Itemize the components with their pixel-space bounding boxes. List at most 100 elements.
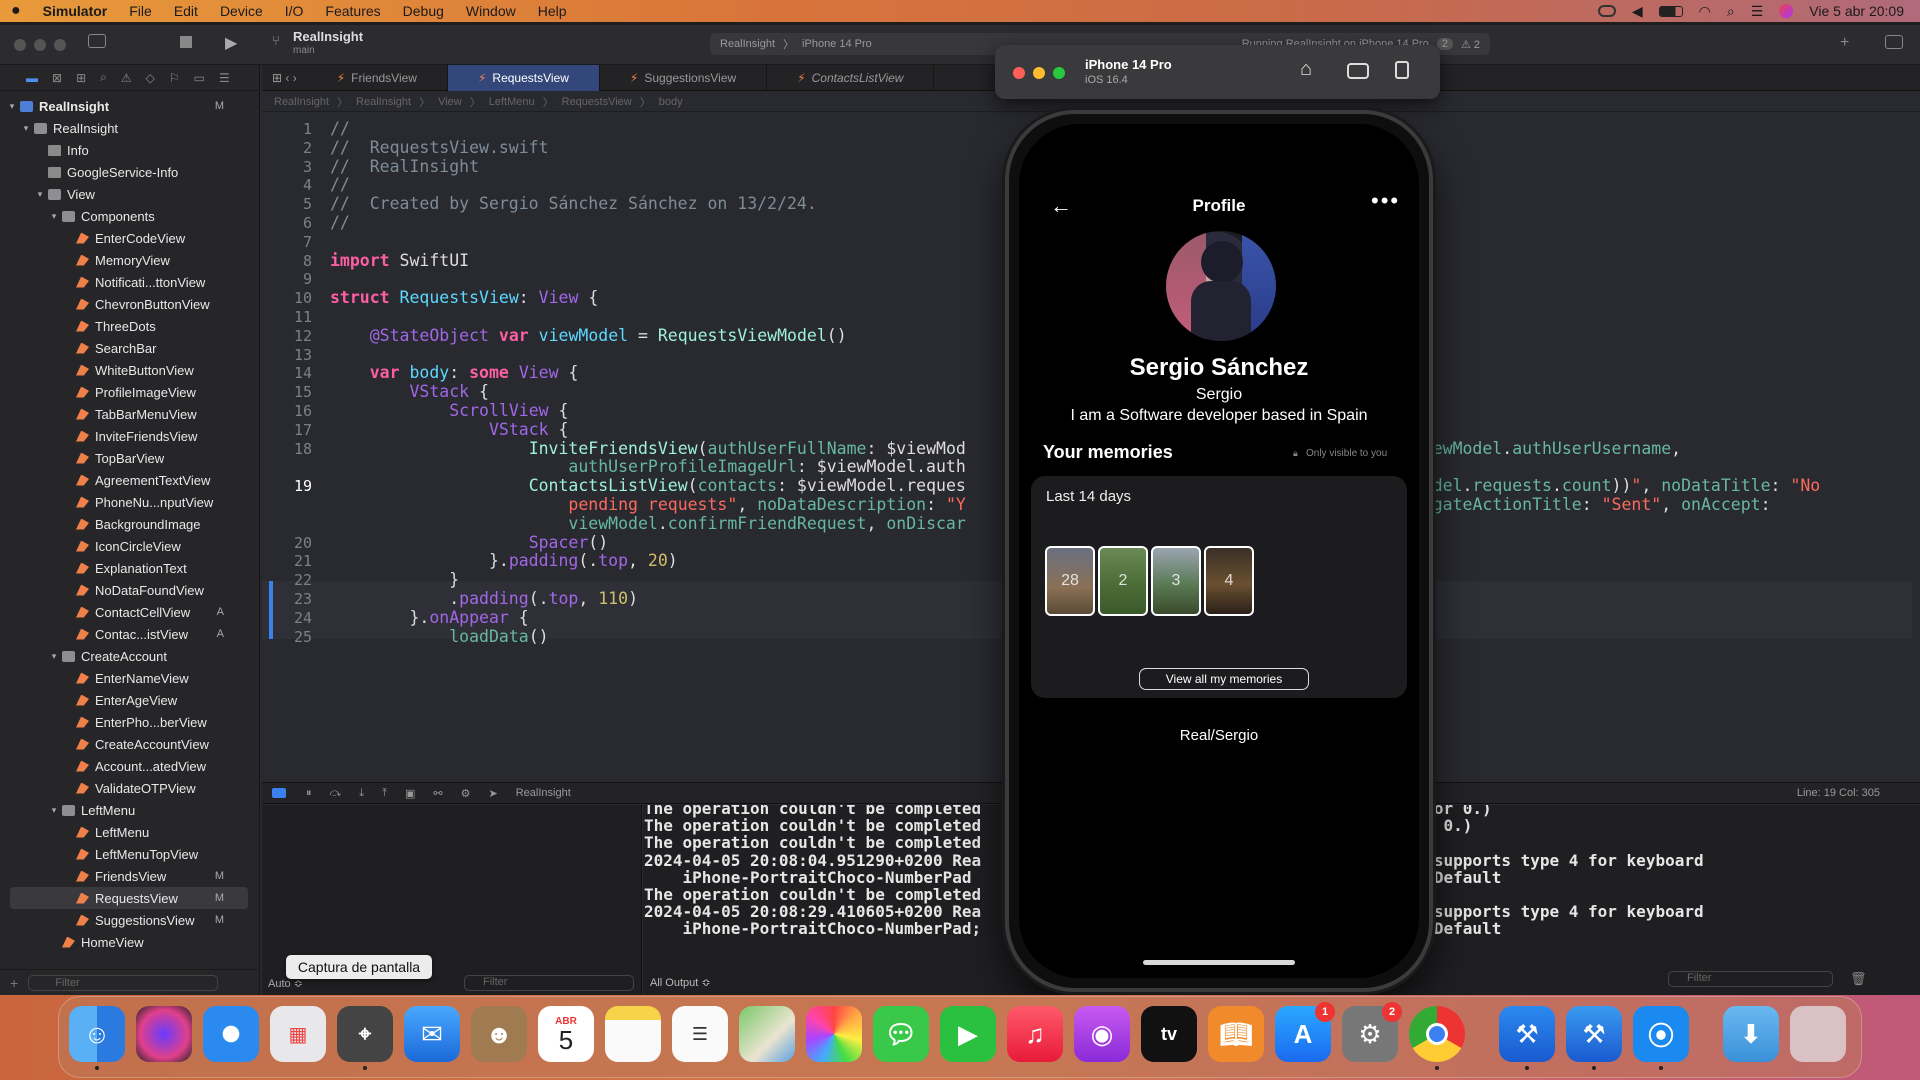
menu-edit[interactable]: Edit xyxy=(163,3,209,19)
navigator-item[interactable]: ▾ LeftMenu xyxy=(0,799,248,821)
code-line[interactable]: // xyxy=(330,213,350,232)
code-line[interactable]: loadData() xyxy=(330,627,548,646)
navigator-item[interactable]: WhiteButtonView xyxy=(0,359,248,381)
navigator-item[interactable]: TabBarMenuView xyxy=(0,403,248,425)
code-line[interactable]: viewModel.confirmFriendRequest, onDiscar xyxy=(330,514,965,533)
navigator-item[interactable]: PhoneNu...nputView xyxy=(0,491,248,513)
symbol-icon[interactable]: ⊞ xyxy=(76,71,86,85)
mail-icon[interactable]: ✉ xyxy=(404,1006,460,1062)
siri-app-icon[interactable] xyxy=(136,1006,192,1062)
facetime-icon[interactable]: ▶ xyxy=(940,1006,996,1062)
apple-icon[interactable]: ● xyxy=(0,2,32,20)
wifi-icon[interactable]: ◠ xyxy=(1699,3,1711,20)
step-in-icon[interactable]: ⤓ xyxy=(359,787,364,800)
sidebar-toggle-icon[interactable] xyxy=(88,34,106,48)
jumpbar-segment[interactable]: body xyxy=(659,96,683,108)
navigator-item[interactable]: LeftMenuTopView xyxy=(0,843,248,865)
zoom-window-button[interactable] xyxy=(54,39,66,51)
navigator-item[interactable]: ▾ Components xyxy=(0,205,248,227)
code-line[interactable]: }.onAppear { xyxy=(330,608,528,627)
navigator-item[interactable]: ▾ CreateAccount xyxy=(0,645,248,667)
more-dots-icon[interactable]: ••• xyxy=(1371,188,1400,214)
navigator-item[interactable]: ▾ RealInsight M xyxy=(0,95,248,117)
code-line[interactable]: // RequestsView.swift xyxy=(330,138,549,157)
debug-area-toggle-icon[interactable] xyxy=(272,788,286,798)
navigator-item[interactable]: InviteFriendsView xyxy=(0,425,248,447)
memory-graph-icon[interactable]: ⚯ xyxy=(433,787,442,800)
navigator-item[interactable]: Info xyxy=(0,139,248,161)
navigator-item[interactable]: NoDataFoundView xyxy=(0,579,248,601)
trash-bin-icon[interactable] xyxy=(1790,1006,1846,1062)
step-out-icon[interactable]: ⤒ xyxy=(382,787,387,800)
code-line[interactable]: authUserProfileImageUrl: $viewModel.auth xyxy=(330,457,965,476)
disclosure-icon[interactable]: ▾ xyxy=(48,805,60,816)
destination-device[interactable]: iPhone 14 Pro xyxy=(802,38,872,50)
navigator-item[interactable]: Notificati...ttonView xyxy=(0,271,248,293)
code-line[interactable]: // xyxy=(330,175,350,194)
launchpad-icon[interactable]: ▦ xyxy=(270,1006,326,1062)
navigator-item[interactable]: ▾ View xyxy=(0,183,248,205)
navigator-item[interactable]: ThreeDots xyxy=(0,315,248,337)
rotate-icon[interactable] xyxy=(1395,61,1409,79)
debug-icon[interactable]: ⚐ xyxy=(169,71,180,85)
menu-file[interactable]: File xyxy=(118,3,163,19)
folder-icon[interactable]: ▬ xyxy=(26,71,38,85)
code-line[interactable]: // Created by Sergio Sánchez Sánchez on … xyxy=(330,194,817,213)
sim-minimize-button[interactable] xyxy=(1033,67,1045,79)
xcode-icon[interactable]: ⚒ xyxy=(1499,1006,1555,1070)
control-center-icon[interactable]: ☰ xyxy=(1751,3,1764,20)
code-line[interactable]: VStack { xyxy=(330,420,568,439)
code-line[interactable]: import SwiftUI xyxy=(330,251,469,270)
search-icon[interactable]: ⌕ xyxy=(1727,3,1735,20)
disclosure-icon[interactable]: ▾ xyxy=(20,123,32,134)
related-items-icon[interactable]: ⊞ ‹ › xyxy=(262,71,307,85)
navigator-filter-input[interactable]: Filter xyxy=(28,974,219,991)
minimize-window-button[interactable] xyxy=(34,39,46,51)
warning-icon[interactable]: ⚠︎ 2 xyxy=(1461,38,1490,51)
home-icon[interactable]: ⌂ xyxy=(1300,58,1312,81)
view-hierarchy-icon[interactable]: ▣ xyxy=(405,787,415,800)
memory-thumb[interactable]: 28 xyxy=(1045,546,1095,616)
menu-help[interactable]: Help xyxy=(527,3,578,19)
music-icon[interactable]: ♫ xyxy=(1007,1006,1063,1062)
navigator-item[interactable]: Contac...istView A xyxy=(0,623,248,645)
chrome-icon[interactable] xyxy=(1409,1006,1465,1070)
reminders-icon[interactable]: ☰ xyxy=(672,1006,728,1062)
navigator-item[interactable]: HomeView xyxy=(0,931,248,953)
navigator-item[interactable]: MemoryView xyxy=(0,249,248,271)
console-filter-input[interactable]: Filter xyxy=(1668,971,1833,987)
sim-close-button[interactable] xyxy=(1013,67,1025,79)
trash-icon[interactable]: 🗑︎ xyxy=(1850,971,1867,987)
navigator-item[interactable]: EnterNameView xyxy=(0,667,248,689)
volume-icon[interactable]: ◀︎ xyxy=(1632,3,1643,20)
stop-icon[interactable] xyxy=(180,36,192,48)
code-line[interactable]: Spacer() xyxy=(330,533,608,552)
inspector-toggle-icon[interactable] xyxy=(1885,35,1903,49)
notes-icon[interactable] xyxy=(605,1006,661,1062)
battery-icon[interactable] xyxy=(1658,5,1683,17)
menu-features[interactable]: Features xyxy=(314,3,391,19)
navigator-item[interactable]: EnterPho...berView xyxy=(0,711,248,733)
jumpbar-segment[interactable]: RealInsight xyxy=(356,96,411,108)
navigator-item[interactable]: RequestsView M xyxy=(10,887,248,909)
output-selector[interactable]: All Output ≎ xyxy=(650,976,711,989)
issue-icon[interactable]: ⚠︎ xyxy=(121,71,132,85)
navigator-item[interactable]: ChevronButtonView xyxy=(0,293,248,315)
pause-icon[interactable]: ⏸ xyxy=(306,787,312,800)
code-line[interactable]: } xyxy=(330,570,459,589)
siri-icon[interactable] xyxy=(1779,4,1794,18)
finder-icon[interactable]: ☺ xyxy=(69,1006,125,1070)
code-line[interactable]: struct RequestsView: View { xyxy=(330,288,598,307)
photos-icon[interactable] xyxy=(806,1006,862,1062)
maps-icon[interactable] xyxy=(739,1006,795,1062)
jumpbar-segment[interactable]: LeftMenu xyxy=(489,96,535,108)
navigator-item[interactable]: CreateAccountView xyxy=(0,733,248,755)
memory-thumb[interactable]: 2 xyxy=(1098,546,1148,616)
menu-debug[interactable]: Debug xyxy=(392,3,455,19)
app-store-icon[interactable]: A1 xyxy=(1275,1002,1335,1062)
jumpbar-segment[interactable]: RequestsView xyxy=(562,96,632,108)
books-icon[interactable]: 📖︎ xyxy=(1208,1006,1264,1062)
navigator-item[interactable]: ▾ RealInsight xyxy=(0,117,248,139)
code-line[interactable]: // RealInsight xyxy=(330,157,479,176)
close-window-button[interactable] xyxy=(14,39,26,51)
